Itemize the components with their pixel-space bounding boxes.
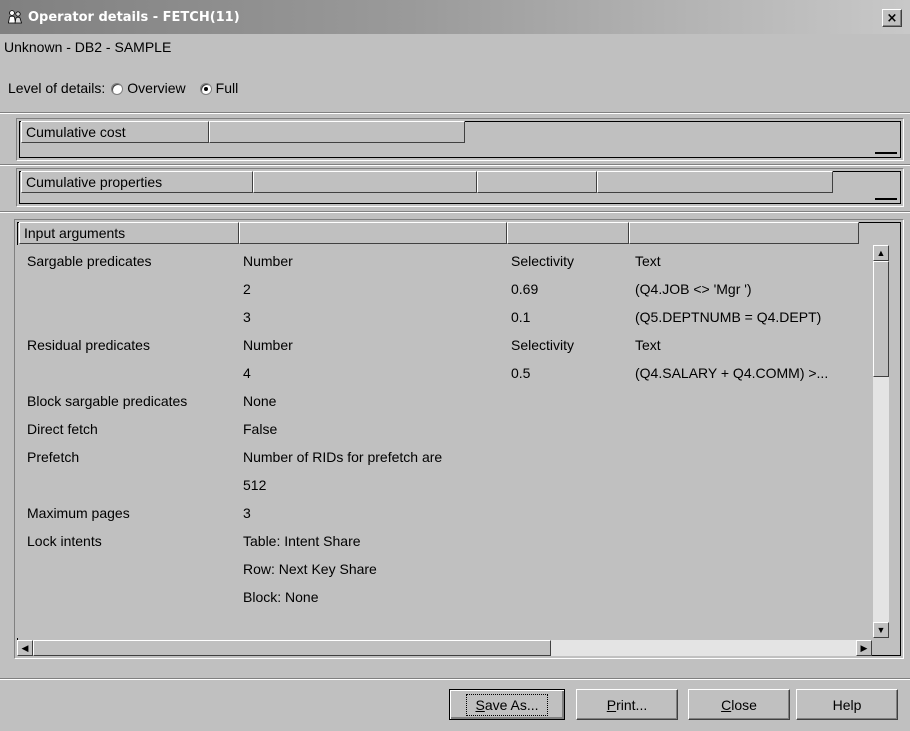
separator bbox=[0, 164, 910, 166]
level-of-details-label: Level of details: bbox=[8, 80, 106, 96]
cell-value: Table: Intent Share bbox=[243, 533, 361, 549]
scroll-up-button[interactable]: ▲ bbox=[873, 245, 889, 261]
cell-value: Block: None bbox=[243, 589, 319, 605]
print-button[interactable]: Print... bbox=[576, 689, 678, 720]
save-as-mnemonic: S bbox=[475, 696, 485, 713]
cell-value: 3 bbox=[243, 309, 251, 325]
full-radio-label[interactable]: Full bbox=[216, 80, 239, 96]
save-as-focus-ring: Save As... bbox=[466, 693, 548, 716]
horizontal-scroll-thumb[interactable] bbox=[33, 640, 551, 656]
scroll-down-button[interactable]: ▼ bbox=[873, 622, 889, 638]
cell-value: Number of RIDs for prefetch are bbox=[243, 449, 443, 465]
cumulative-properties-panel: Cumulative properties bbox=[16, 168, 904, 207]
horizontal-scrollbar[interactable]: ◀ ▶ bbox=[17, 640, 872, 656]
connection-subtitle: Unknown - DB2 - SAMPLE bbox=[4, 39, 172, 55]
window-title: Operator details - FETCH(11) bbox=[28, 9, 240, 25]
cell-value: False bbox=[243, 421, 278, 437]
full-radio[interactable] bbox=[199, 83, 212, 95]
close-button[interactable]: Close bbox=[688, 689, 790, 720]
save-as-button[interactable]: Save As... bbox=[449, 689, 565, 720]
input-arguments-col3[interactable] bbox=[507, 222, 629, 244]
print-label: rint... bbox=[616, 696, 648, 713]
cell-label: Lock intents bbox=[27, 533, 102, 549]
cell-selectivity: 0.1 bbox=[511, 309, 531, 325]
cell-text: (Q5.DEPTNUMB = Q4.DEPT) bbox=[635, 309, 822, 325]
overview-radio[interactable] bbox=[111, 83, 124, 95]
overview-radio-label[interactable]: Overview bbox=[127, 80, 185, 96]
cell-label: Sargable predicates bbox=[27, 253, 152, 269]
vertical-scroll-thumb[interactable] bbox=[873, 261, 889, 377]
input-arguments-col2[interactable] bbox=[239, 222, 507, 244]
scroll-left-button[interactable]: ◀ bbox=[17, 640, 33, 656]
input-arguments-header[interactable]: Input arguments bbox=[19, 222, 239, 244]
cell-text: Text bbox=[635, 253, 661, 269]
cumulative-cost-header-col2[interactable] bbox=[209, 121, 465, 143]
cell-text: Text bbox=[635, 337, 661, 353]
print-mnemonic: P bbox=[606, 696, 617, 713]
input-arguments-panel: Input arguments Sargable predicates Numb… bbox=[14, 219, 904, 659]
input-arguments-table: Sargable predicates Number Selectivity T… bbox=[17, 245, 872, 638]
cell-text: (Q4.JOB <> 'Mgr ') bbox=[635, 281, 752, 297]
cell-label: Maximum pages bbox=[27, 505, 130, 521]
vertical-scrollbar[interactable]: ▲ ▼ bbox=[873, 245, 889, 638]
cell-label: Residual predicates bbox=[27, 337, 150, 353]
arrow-down-icon: ▼ bbox=[876, 624, 886, 635]
cell-selectivity: Selectivity bbox=[511, 253, 575, 269]
cell-value: Number bbox=[243, 337, 293, 353]
cell-value: Row: Next Key Share bbox=[243, 561, 377, 577]
cell-value: 512 bbox=[243, 477, 267, 493]
close-label: lose bbox=[731, 696, 757, 713]
cell-text: (Q4.SALARY + Q4.COMM) >... bbox=[635, 365, 829, 381]
arrow-right-icon: ▶ bbox=[860, 642, 868, 653]
close-window-button[interactable]: × bbox=[882, 9, 902, 27]
cell-value: 2 bbox=[243, 281, 251, 297]
cumulative-properties-col4[interactable] bbox=[597, 171, 833, 193]
cell-selectivity: 0.5 bbox=[511, 365, 531, 381]
cumulative-properties-col2[interactable] bbox=[253, 171, 477, 193]
cumulative-properties-header[interactable]: Cumulative properties bbox=[21, 171, 253, 193]
separator bbox=[0, 112, 910, 114]
panel-divider-handle[interactable] bbox=[875, 152, 897, 154]
separator bbox=[0, 678, 910, 680]
cumulative-cost-header[interactable]: Cumulative cost bbox=[21, 121, 209, 143]
cell-label: Block sargable predicates bbox=[27, 393, 188, 409]
close-icon: × bbox=[886, 10, 898, 26]
panel-divider-handle[interactable] bbox=[875, 198, 897, 200]
separator bbox=[0, 211, 910, 213]
scroll-right-button[interactable]: ▶ bbox=[856, 640, 872, 656]
help-button[interactable]: Help bbox=[796, 689, 898, 720]
arrow-left-icon: ◀ bbox=[21, 642, 29, 653]
cell-value: 3 bbox=[243, 505, 251, 521]
cell-label: Direct fetch bbox=[27, 421, 98, 437]
cell-value: None bbox=[243, 393, 277, 409]
input-arguments-col4[interactable] bbox=[629, 222, 859, 244]
operator-people-icon bbox=[6, 8, 24, 26]
cell-selectivity: 0.69 bbox=[511, 281, 539, 297]
cell-selectivity: Selectivity bbox=[511, 337, 575, 353]
cumulative-properties-col3[interactable] bbox=[477, 171, 597, 193]
cell-label: Prefetch bbox=[27, 449, 80, 465]
cell-value: 4 bbox=[243, 365, 251, 381]
level-of-details: Level of details: Overview Full bbox=[8, 80, 238, 96]
save-as-label: ave As... bbox=[484, 696, 539, 713]
title-bar: Operator details - FETCH(11) × bbox=[0, 0, 910, 34]
arrow-up-icon: ▲ bbox=[876, 247, 886, 258]
close-mnemonic: C bbox=[721, 696, 732, 713]
cumulative-cost-panel: Cumulative cost bbox=[16, 118, 904, 161]
cell-value: Number bbox=[243, 253, 293, 269]
help-label: Help bbox=[832, 696, 862, 713]
